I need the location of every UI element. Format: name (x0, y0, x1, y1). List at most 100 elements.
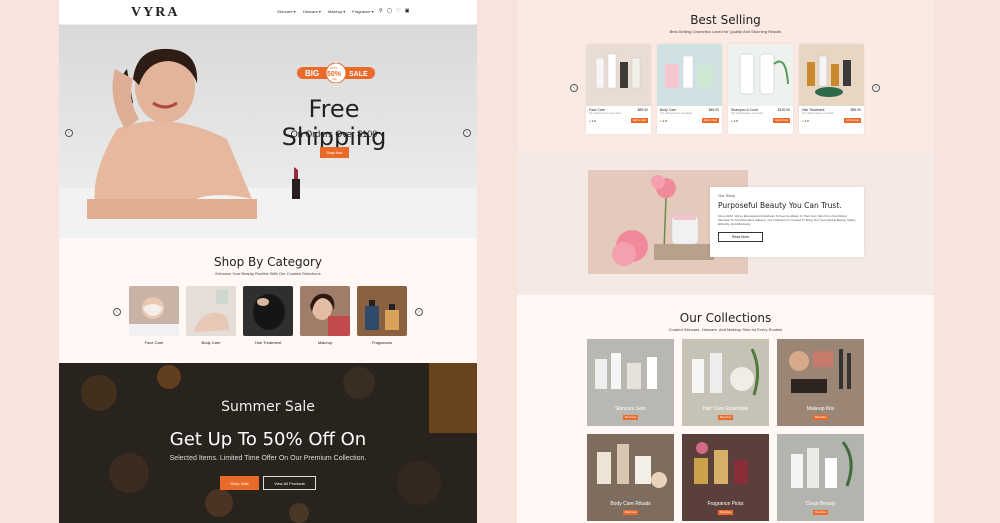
category-image (357, 286, 407, 336)
collections-grid: Skincare Sets Shop Now Hair Care Essenti… (587, 339, 864, 521)
story-body: Since 2010, We've Empowered Individuals … (718, 214, 856, 227)
our-story-section: Our Story Purposeful Beauty You Can Trus… (517, 150, 934, 295)
category-label: Face Care (144, 340, 164, 345)
collection-tile[interactable]: Body Care Rituals Shop Now (587, 434, 674, 521)
story-title: Purposeful Beauty You Can Trust. (718, 201, 842, 210)
shop-now-button[interactable]: Shop Now (320, 147, 349, 158)
collections-title: Our Collections (679, 311, 772, 325)
search-icon[interactable]: ⚲ (379, 8, 383, 14)
category-label: Hair Treatment (254, 340, 282, 345)
badge-sale-text: SALE (349, 71, 368, 78)
collection-tile[interactable]: Skincare Sets Shop Now (587, 339, 674, 426)
collection-tile[interactable]: Makeup Kits Shop Now (777, 339, 864, 426)
category-item-makeup[interactable]: Makeup (300, 286, 350, 345)
best-selling-next-arrow-icon[interactable]: › (872, 84, 880, 92)
collections-subtitle: Curated Skincare, Haircare, And Makeup S… (668, 327, 783, 332)
category-item-hair-treatment[interactable]: Hair Treatment (243, 286, 293, 345)
add-to-cart-button[interactable]: Add to Cart (630, 118, 648, 123)
brand-logo[interactable]: VYRA (131, 5, 179, 21)
collection-label: Body Care Rituals (610, 501, 651, 507)
add-to-cart-button[interactable]: Add to Cart (843, 118, 861, 123)
star-icon: ● (589, 118, 591, 123)
user-icon[interactable]: ◯ (387, 8, 393, 14)
product-card[interactable]: Hair Treatment $55.00 Top selling beauty … (799, 44, 864, 134)
top-navbar: VYRA Skincare Haircare Makeup Fragrance … (59, 0, 477, 25)
collection-shop-button[interactable]: Shop Now (813, 415, 828, 420)
product-rating-value: 4.8 (733, 118, 738, 123)
category-label: Makeup (317, 340, 333, 345)
product-price: $55.00 (850, 108, 861, 112)
star-icon: ● (731, 118, 733, 123)
collection-label: Skincare Sets (615, 406, 646, 412)
category-prev-arrow-icon[interactable]: ‹ (113, 308, 121, 316)
collection-shop-button[interactable]: Shop Now (718, 510, 733, 515)
story-kicker: Our Story (718, 193, 736, 198)
product-price: $120.00 (777, 108, 790, 112)
summer-sale-headline: Get Up To 50% Off On (169, 429, 367, 450)
best-selling-section: Best Selling Best-Selling Cosmetics Love… (517, 0, 934, 150)
nav-links: Skincare Haircare Makeup Fragrance (277, 9, 374, 14)
badge-upto-text: UP TO (330, 67, 338, 70)
product-image (586, 44, 651, 106)
hero-prev-arrow-icon[interactable]: ‹ (65, 129, 73, 137)
best-selling-prev-arrow-icon[interactable]: ‹ (570, 84, 578, 92)
collection-label: Clean Beauty (805, 501, 836, 507)
big-sale-badge: BIG UP TO 50% OFF SALE (297, 63, 375, 83)
collection-shop-button[interactable]: Shop Now (718, 415, 733, 420)
collection-tile[interactable]: Fragrance Picks Shop Now (682, 434, 769, 521)
heart-icon[interactable]: ♡ (396, 8, 400, 14)
collection-label: Hair Care Essentials (702, 406, 749, 412)
read-more-button[interactable]: Read More (718, 231, 763, 242)
collection-label: Fragrance Picks (707, 501, 744, 507)
landing-page-left: VYRA Skincare Haircare Makeup Fragrance … (59, 0, 477, 523)
best-selling-subtitle: Best-Selling Cosmetics Loved for Quality… (669, 29, 782, 34)
summer-sale-subtitle: Selected Items. Limited Time Offer On Ou… (169, 455, 367, 462)
best-selling-title: Best Selling (690, 13, 761, 27)
category-list: Face Care Body Care Hair Treatment Makeu… (129, 286, 407, 345)
shop-sale-button[interactable]: Shop Sale (220, 476, 259, 490)
nav-link-skincare[interactable]: Skincare (277, 9, 296, 14)
product-price: $45.00 (708, 108, 719, 112)
collection-tile[interactable]: Clean Beauty Shop Now (777, 434, 864, 521)
product-image (799, 44, 864, 106)
category-image (243, 286, 293, 336)
view-all-products-button[interactable]: View All Products (263, 476, 316, 490)
lipstick-image (292, 167, 300, 199)
product-image (728, 44, 793, 106)
badge-big-text: BIG (305, 69, 319, 78)
badge-off-text: OFF (332, 78, 337, 81)
product-rating: ● 4.8 (660, 119, 667, 123)
product-list: Face Care $89.00 Top selling beauty essen… (586, 44, 864, 134)
product-rating: ● 4.8 (731, 119, 738, 123)
star-icon: ● (660, 118, 662, 123)
nav-link-fragrance[interactable]: Fragrance (352, 9, 373, 14)
product-rating: ● 4.8 (802, 119, 809, 123)
category-next-arrow-icon[interactable]: › (415, 308, 423, 316)
collection-tile[interactable]: Hair Care Essentials Shop Now (682, 339, 769, 426)
nav-link-makeup[interactable]: Makeup (328, 9, 345, 14)
nav-link-haircare[interactable]: Haircare (303, 9, 321, 14)
category-item-body-care[interactable]: Body Care (186, 286, 236, 345)
collection-shop-button[interactable]: Shop Now (623, 415, 638, 420)
product-price: $89.00 (637, 108, 648, 112)
hero-next-arrow-icon[interactable]: › (463, 129, 471, 137)
add-to-cart-button[interactable]: Add to Cart (772, 118, 790, 123)
add-to-cart-button[interactable]: Add to Cart (701, 118, 719, 123)
product-card[interactable]: Body Care $45.00 Top selling beauty essen… (657, 44, 722, 134)
product-card[interactable]: Shampoo & Cond $120.00 Top selling beauty… (728, 44, 793, 134)
category-item-face-care[interactable]: Face Care (129, 286, 179, 345)
cart-icon[interactable]: ▣ (405, 8, 410, 14)
product-rating-value: 4.8 (804, 118, 809, 123)
badge-percent-text: 50% (327, 71, 342, 78)
product-rating-value: 4.8 (591, 118, 596, 123)
product-card[interactable]: Face Care $89.00 Top selling beauty essen… (586, 44, 651, 134)
our-collections-section: Our Collections Curated Skincare, Hairca… (517, 295, 934, 523)
shop-by-category-subtitle: Enhance Your Beauty Routine With Our Cur… (215, 271, 321, 276)
category-image (129, 286, 179, 336)
summer-sale-title: Summer Sale (221, 399, 315, 415)
hero-banner: BIG UP TO 50% OFF SALE Free Shipping On … (59, 25, 477, 238)
category-item-fragrances[interactable]: Fragrances (357, 286, 407, 345)
collection-shop-button[interactable]: Shop Now (813, 510, 828, 515)
category-image (186, 286, 236, 336)
collection-shop-button[interactable]: Shop Now (623, 510, 638, 515)
